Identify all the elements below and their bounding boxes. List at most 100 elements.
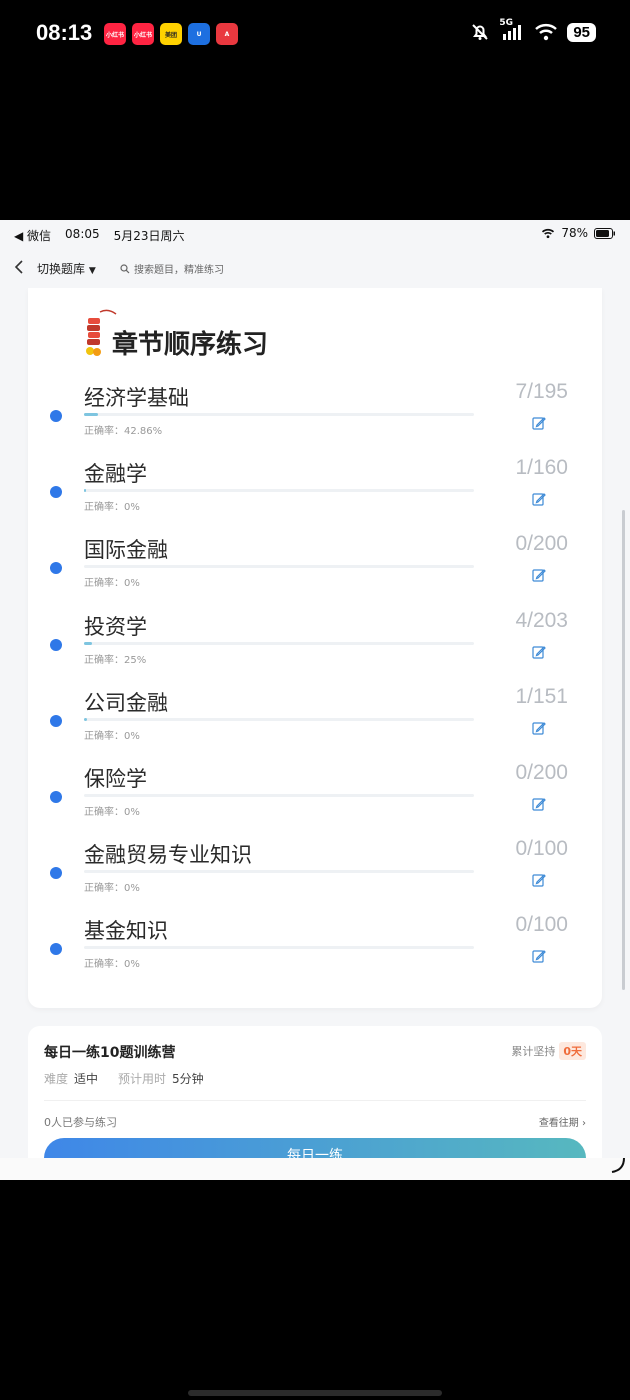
chapter-accuracy: 正确率：0%: [84, 502, 140, 514]
time-value: 5分钟: [172, 1072, 204, 1086]
chapter-progress-bar: [84, 413, 474, 416]
outer-clock: 08:13: [36, 20, 93, 45]
chapter-name: 经济学基础: [84, 386, 189, 410]
edit-icon[interactable]: [532, 797, 546, 811]
chapter-dot: [50, 714, 62, 727]
inner-date: 5月23日周六: [113, 229, 185, 243]
outer-status-right: 5G 95: [470, 18, 596, 42]
chapter-progress-bar: [84, 870, 474, 874]
inner-battery-text: 78%: [561, 226, 588, 240]
chapter-item[interactable]: 基金知识 正确率：0% 0/100: [28, 913, 602, 989]
daily-title: 每日一练10题训练营: [44, 1045, 176, 1061]
app-notification-icon: 美团: [160, 23, 182, 45]
difficulty-value: 适中: [74, 1072, 99, 1086]
outer-status-bar: 08:13 小红书 小红书 美团 U A 5G 95: [0, 0, 630, 70]
chapter-name: 投资学: [84, 614, 147, 639]
edit-icon[interactable]: [532, 568, 546, 582]
chapter-name: 金融学: [84, 462, 147, 487]
edit-icon[interactable]: [532, 721, 546, 735]
back-to-app[interactable]: ◀ 微信: [14, 227, 51, 244]
chapter-progress-fill: [84, 717, 87, 721]
inner-clock: 08:05: [65, 227, 100, 241]
battery-icon: [594, 227, 615, 239]
view-history-link[interactable]: 查看往期 ›: [539, 1114, 586, 1129]
chapter-progress-bar: [84, 794, 474, 797]
chapter-dot: [50, 410, 62, 422]
chapter-progress-bar: [84, 717, 474, 721]
estimated-time: 预计用时 5分钟: [118, 1070, 204, 1087]
chapter-item[interactable]: 金融贸易专业知识正确率：0% 0/100: [28, 837, 602, 913]
chapter-count: 1/160: [515, 456, 568, 480]
edit-icon[interactable]: [532, 949, 546, 963]
edit-icon[interactable]: [532, 416, 546, 430]
chapter-dot: [50, 791, 62, 803]
chapter-accuracy: 正确率：0%: [84, 883, 140, 895]
back-arrow-icon[interactable]: [14, 260, 24, 274]
scrollbar[interactable]: [622, 510, 625, 990]
switch-question-bank-label: 切换题库: [37, 262, 86, 276]
inner-screenshot: ◀ 微信 08:05 5月23日周六 78% 切换题库 ▼ 搜索题目，精准练习 …: [0, 220, 630, 1180]
app-notification-icon: 小红书: [104, 23, 126, 45]
chapter-count: 4/203: [515, 608, 568, 632]
chapter-item[interactable]: 国际金融正确率：0% 0/200: [28, 532, 602, 608]
edit-icon[interactable]: [532, 873, 546, 887]
search-bar[interactable]: 搜索题目，精准练习: [120, 261, 224, 276]
app-notification-icon: A: [216, 23, 238, 45]
main-content: 章节顺序练习 经济学基础 正确率：42.86% 7/195 金融学 正确率：0% 1/16…: [0, 288, 630, 1180]
chapter-name: 金融贸易专业知识: [84, 843, 252, 868]
chapter-count: 7/195: [515, 380, 568, 403]
chapter-item[interactable]: 投资学正确率：25% 4/203: [28, 609, 602, 685]
time-label: 预计用时: [118, 1072, 167, 1086]
wifi-icon: [542, 228, 555, 238]
chapter-accuracy: 正确率：0%: [84, 730, 140, 742]
search-placeholder: 搜索题目，精准练习: [134, 265, 224, 276]
wifi-icon: [535, 24, 558, 41]
chapter-progress-fill: [84, 489, 87, 493]
chapter-count: 0/100: [515, 837, 568, 861]
chapter-accuracy: 正确率：0%: [84, 807, 140, 818]
chapter-item[interactable]: 经济学基础 正确率：42.86% 7/195: [28, 380, 602, 456]
chapter-accuracy: 正确率：25%: [84, 654, 147, 666]
edit-icon[interactable]: [532, 645, 546, 659]
daily-meta: 难度 适中 预计用时 5分钟: [44, 1070, 204, 1087]
chapter-dot: [50, 562, 62, 575]
inner-status-bar: ◀ 微信 08:05 5月23日周六 78%: [0, 220, 630, 248]
chapter-item[interactable]: 保险学 正确率：0% 0/200: [28, 761, 602, 837]
app-notification-icon: U: [188, 23, 210, 45]
chapter-progress-bar: [84, 489, 474, 493]
mute-bell-icon: [472, 24, 489, 40]
chapter-progress-fill: [84, 413, 99, 416]
caret-down-icon: ▼: [88, 266, 96, 276]
difficulty-label: 难度: [44, 1072, 69, 1086]
switch-question-bank[interactable]: 切换题库 ▼: [37, 260, 96, 277]
chapter-progress-bar: [84, 946, 474, 950]
chapter-practice-card: 章节顺序练习 经济学基础 正确率：42.86% 7/195 金融学 正确率：0% 1/16…: [28, 288, 602, 1008]
app-notification-icon: 小红书: [132, 23, 154, 45]
loading-arc-icon: [611, 1157, 625, 1173]
chapter-dot: [50, 943, 62, 956]
chapter-count: 0/200: [515, 532, 568, 556]
notification-app-icons: 小红书 小红书 美团 U A: [104, 23, 238, 45]
chapter-name: 公司金融: [84, 690, 168, 715]
chapter-dot: [50, 867, 62, 880]
edit-icon[interactable]: [532, 492, 546, 506]
streak-info: 累计坚持 0天: [511, 1042, 586, 1060]
chapter-name: 国际金融: [84, 538, 168, 563]
chapter-progress-bar: [84, 641, 474, 645]
search-icon: [120, 263, 130, 273]
chapter-progress-bar: [84, 565, 474, 569]
signal-icon: 5G: [499, 18, 525, 42]
chapter-item[interactable]: 公司金融正确率：0% 1/151: [28, 685, 602, 761]
streak-label: 累计坚持: [511, 1045, 556, 1058]
participants-count: 0人已参与练习: [44, 1116, 117, 1129]
chapter-dot: [50, 638, 62, 651]
home-indicator[interactable]: [188, 1390, 442, 1396]
chapter-dot: [50, 486, 62, 499]
chapter-item[interactable]: 金融学正确率：0% 1/160: [28, 456, 602, 532]
chapter-count: 1/151: [515, 684, 568, 708]
chapter-count: 0/100: [515, 913, 568, 937]
outer-battery: 95: [567, 22, 596, 42]
chapter-accuracy: 正确率：0%: [84, 578, 140, 590]
bottom-strip: [0, 1158, 630, 1180]
top-navigation: 切换题库 ▼ 搜索题目，精准练习: [0, 248, 630, 288]
